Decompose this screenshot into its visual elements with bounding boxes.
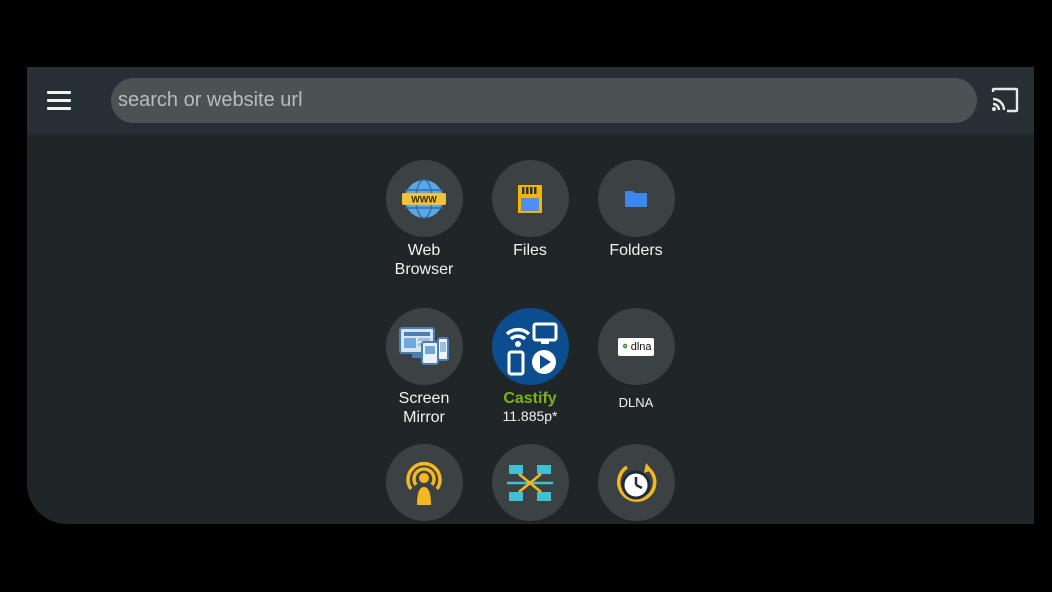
tile-folders[interactable]: Folders [571, 160, 701, 260]
app-window: WWW Web Browser Files Folders [27, 67, 1034, 524]
svg-text:WWW: WWW [411, 194, 437, 204]
tile-dlna[interactable]: ⚬ dlna DLNA [571, 308, 701, 412]
network-icon [507, 464, 553, 501]
dlna-badge-text: dlna [630, 340, 652, 353]
dlna-icon: ⚬ dlna [618, 337, 654, 356]
top-bar [27, 67, 1034, 134]
dlna-label: DLNA [618, 395, 654, 410]
folders-label: Folders [609, 242, 663, 259]
history-clock-icon [616, 462, 657, 502]
cast-icon[interactable] [990, 87, 1020, 113]
folder-icon [625, 190, 647, 207]
podcast-icon [406, 461, 442, 505]
sd-card-icon [518, 184, 542, 213]
screen-mirror-icon [399, 326, 449, 365]
castify-app-icon [505, 322, 558, 375]
search-bar[interactable] [111, 78, 977, 123]
web-browser-label-line2: Browser [394, 261, 454, 278]
tile-history[interactable] [571, 444, 701, 521]
web-browser-icon-circle: WWW [385, 160, 463, 237]
search-input[interactable] [111, 78, 977, 123]
globe-www-icon: WWW [402, 178, 446, 219]
hamburger-menu-icon[interactable] [47, 91, 71, 111]
